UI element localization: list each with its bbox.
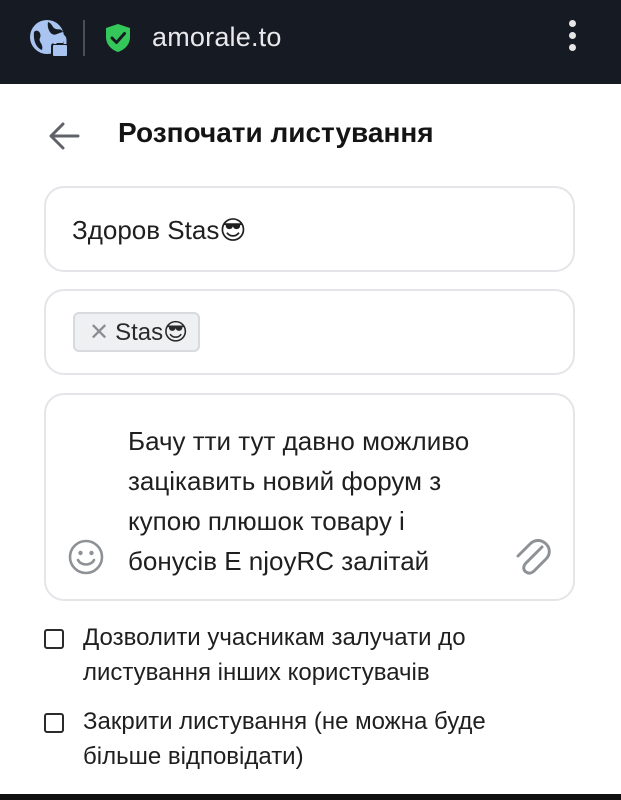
recipients-field[interactable]: ✕ Stas😎 [44,289,575,375]
allow-invite-checkbox[interactable] [44,629,64,649]
close-conversation-label[interactable]: Закрити листування (не можна буде більше… [83,704,486,774]
address-bar-separator [83,20,85,56]
close-conversation-checkbox[interactable] [44,713,64,733]
bottom-edge [0,794,621,800]
allow-invite-label[interactable]: Дозволити учасникам залучати до листуван… [83,620,466,690]
page-title: Розпочати листування [118,117,434,148]
arrow-left-icon[interactable] [46,118,82,154]
smiley-icon[interactable] [66,537,106,577]
message-text[interactable]: Бачу тти тут давно можливо зацікавить но… [128,421,508,581]
globe-lock-icon[interactable] [28,18,70,60]
conversation-title-input[interactable] [72,210,542,250]
conversation-title-field [44,186,575,272]
recipient-name: Stas😎 [115,318,189,346]
paperclip-icon[interactable] [512,535,552,579]
more-vert-icon[interactable] [566,20,578,56]
option-allow-invite[interactable]: Дозволити учасникам залучати до листуван… [44,620,584,690]
chip-remove-button[interactable]: ✕ [89,318,109,347]
address-bar-url[interactable]: amorale.to [152,22,282,53]
option-close-conversation[interactable]: Закрити листування (не можна буде більше… [44,704,584,774]
browser-top-bar: amorale.to [0,0,621,84]
recipient-chip: ✕ Stas😎 [73,312,201,352]
shield-check-icon[interactable] [104,23,132,53]
message-editor[interactable]: Бачу тти тут давно можливо зацікавить но… [44,393,575,601]
